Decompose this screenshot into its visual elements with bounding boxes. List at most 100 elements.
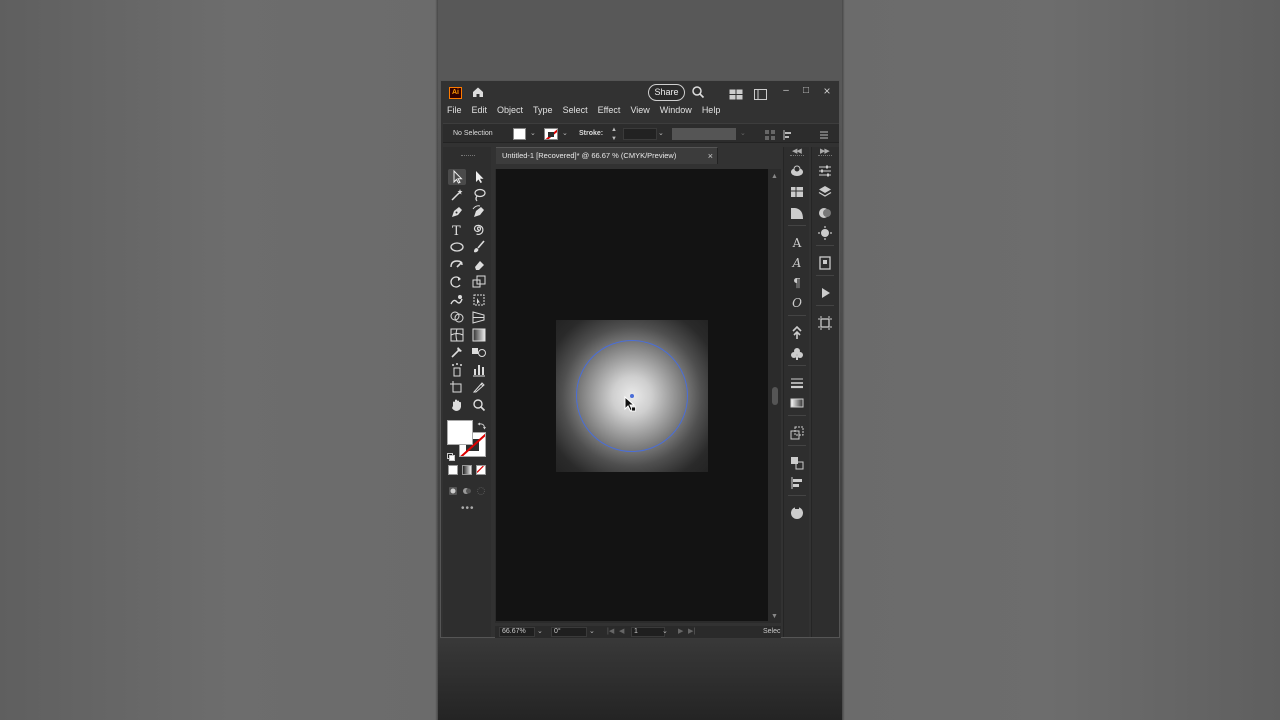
- last-artboard-icon[interactable]: ▶|: [688, 626, 695, 638]
- appearance-panel-icon[interactable]: [817, 205, 833, 221]
- minimize-button[interactable]: –: [777, 82, 795, 100]
- share-button[interactable]: Share: [648, 84, 685, 101]
- asset-export-panel-icon[interactable]: [817, 255, 833, 271]
- graph-tool-icon[interactable]: [470, 362, 488, 378]
- profile-dropdown-icon[interactable]: ⌄: [740, 124, 746, 144]
- rotation-dropdown-icon[interactable]: ⌄: [589, 626, 595, 638]
- current-tool-status[interactable]: Selec: [763, 626, 781, 638]
- lasso-tool-icon[interactable]: [470, 187, 488, 203]
- artboard[interactable]: [496, 169, 768, 621]
- stroke-dropdown-chevron-icon[interactable]: ⌄: [562, 124, 568, 144]
- zoom-tool-icon[interactable]: [470, 397, 488, 413]
- swap-fill-stroke-icon[interactable]: [477, 418, 487, 430]
- rotate-tool-icon[interactable]: [448, 274, 466, 290]
- menu-edit[interactable]: Edit: [472, 103, 488, 118]
- menu-file[interactable]: File: [447, 103, 462, 118]
- paragraph-panel-icon[interactable]: ¶: [789, 275, 805, 291]
- properties-panel-icon[interactable]: [789, 205, 805, 221]
- scroll-down-icon[interactable]: ▼: [771, 613, 778, 620]
- draw-normal-icon[interactable]: [448, 483, 458, 495]
- eraser-tool-icon[interactable]: [470, 257, 488, 273]
- artboard-tool-icon[interactable]: [448, 379, 466, 395]
- color-panel-icon[interactable]: [817, 225, 833, 241]
- gradient-mode-icon[interactable]: [462, 465, 472, 475]
- type-tool-icon[interactable]: T: [448, 222, 466, 239]
- color-guide-panel-icon[interactable]: [789, 505, 805, 521]
- symbol-sprayer-tool-icon[interactable]: [448, 362, 466, 378]
- workspace-switcher-icon[interactable]: [754, 87, 767, 100]
- vertical-scrollbar[interactable]: ▲ ▼: [769, 169, 781, 623]
- stroke-weight-dropdown-icon[interactable]: ⌄: [658, 124, 664, 144]
- fill-dropdown-chevron-icon[interactable]: ⌄: [530, 124, 536, 144]
- actions-panel-icon[interactable]: [817, 285, 833, 301]
- menu-object[interactable]: Object: [497, 103, 523, 118]
- home-icon[interactable]: [471, 85, 485, 99]
- draw-inside-icon[interactable]: [476, 483, 486, 495]
- layers-panel-icon[interactable]: [817, 184, 833, 200]
- draw-behind-icon[interactable]: [462, 483, 472, 494]
- search-icon[interactable]: [691, 85, 705, 99]
- shape-builder-tool-icon[interactable]: [448, 309, 466, 325]
- learn-panel-icon[interactable]: [789, 163, 805, 179]
- panel-grip[interactable]: [818, 155, 832, 157]
- selection-tool-icon[interactable]: [448, 169, 466, 185]
- none-mode-icon[interactable]: [476, 465, 486, 475]
- stroke-weight-stepper-icon[interactable]: ▲ ▼: [611, 126, 617, 144]
- eyedropper-tool-icon[interactable]: [448, 344, 466, 360]
- pathfinder-panel-icon[interactable]: [789, 455, 805, 471]
- properties-sliders-panel-icon[interactable]: [817, 163, 833, 179]
- scrollbar-thumb[interactable]: [772, 387, 778, 405]
- menu-type[interactable]: Type: [533, 103, 553, 118]
- warp-tool-icon[interactable]: [448, 292, 466, 308]
- magic-wand-tool-icon[interactable]: [448, 187, 466, 203]
- align-panel-icon[interactable]: [789, 475, 805, 491]
- character-panel-icon[interactable]: A: [789, 235, 805, 251]
- menu-view[interactable]: View: [630, 103, 649, 118]
- scale-tool-icon[interactable]: [470, 274, 488, 290]
- blend-tool-icon[interactable]: [470, 344, 488, 360]
- menu-help[interactable]: Help: [702, 103, 721, 118]
- transform-icon[interactable]: [764, 128, 776, 140]
- libraries-panel-icon[interactable]: [789, 184, 805, 200]
- canvas-area[interactable]: [495, 169, 769, 623]
- next-artboard-icon[interactable]: ▶: [678, 626, 683, 638]
- close-document-icon[interactable]: ×: [708, 148, 713, 164]
- default-colors-icon[interactable]: [447, 448, 455, 461]
- first-artboard-icon[interactable]: |◀: [607, 626, 614, 638]
- menu-window[interactable]: Window: [660, 103, 692, 118]
- perspective-grid-tool-icon[interactable]: [470, 309, 488, 325]
- gradient-panel-icon[interactable]: [789, 395, 805, 411]
- paintbrush-tool-icon[interactable]: [470, 239, 488, 255]
- free-transform-tool-icon[interactable]: [470, 292, 488, 308]
- hand-tool-icon[interactable]: [448, 397, 466, 413]
- align-options-icon[interactable]: [782, 128, 794, 140]
- toolbar-grip[interactable]: [461, 155, 475, 157]
- mesh-tool-icon[interactable]: [448, 327, 466, 343]
- collapse-panels-icon[interactable]: ◀◀: [792, 147, 802, 155]
- maximize-button[interactable]: □: [797, 82, 815, 100]
- zoom-level-field[interactable]: 66.67%: [499, 627, 535, 637]
- brushes-panel-icon[interactable]: [789, 345, 805, 361]
- gradient-tool-icon[interactable]: [470, 327, 488, 343]
- panel-grip[interactable]: [790, 155, 804, 157]
- document-tab[interactable]: Untitled-1 [Recovered]* @ 66.67 % (CMYK/…: [496, 147, 718, 164]
- zoom-dropdown-icon[interactable]: ⌄: [537, 626, 543, 638]
- ellipse-tool-icon[interactable]: [448, 239, 466, 255]
- variable-width-profile-field[interactable]: [672, 128, 736, 140]
- fill-color-swatch[interactable]: [513, 128, 526, 140]
- spiral-tool-icon[interactable]: [470, 222, 488, 238]
- stroke-panel-icon[interactable]: [789, 375, 805, 391]
- scroll-up-icon[interactable]: ▲: [771, 173, 778, 180]
- menu-select[interactable]: Select: [563, 103, 588, 118]
- previous-artboard-icon[interactable]: ◀: [619, 626, 624, 638]
- shaper-tool-icon[interactable]: [448, 257, 466, 273]
- curvature-tool-icon[interactable]: [470, 204, 488, 220]
- stroke-color-swatch[interactable]: [544, 128, 558, 140]
- control-menu-icon[interactable]: [818, 128, 830, 140]
- slice-tool-icon[interactable]: [470, 379, 488, 395]
- close-button[interactable]: ×: [818, 82, 836, 100]
- rotation-field[interactable]: 0°: [551, 627, 587, 637]
- opentype-panel-icon[interactable]: O: [789, 295, 805, 311]
- artboard-dropdown-icon[interactable]: ⌄: [662, 626, 668, 638]
- pen-tool-icon[interactable]: [448, 204, 466, 220]
